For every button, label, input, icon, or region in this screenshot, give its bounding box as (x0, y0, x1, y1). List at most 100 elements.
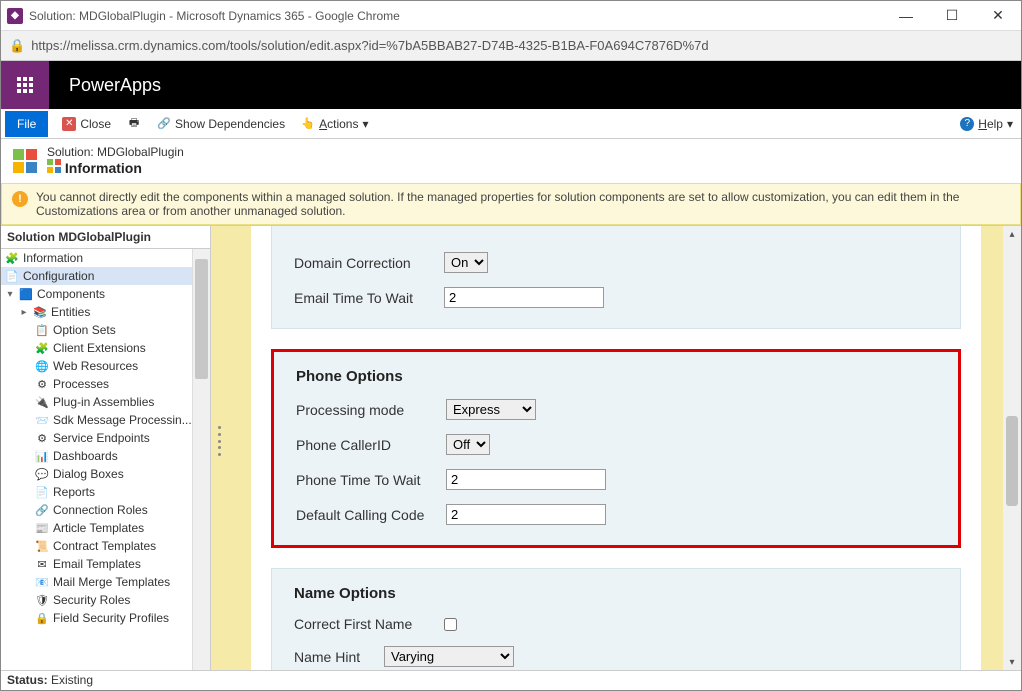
solution-nav-tree: 🧩Information 📄Configuration ▾🟦Components… (1, 249, 210, 627)
contract-tmpl-icon: 📜 (35, 539, 49, 553)
show-deps-label: Show Dependencies (175, 117, 285, 131)
email-options-section: Processing Mode Express Domain Correctio… (271, 226, 961, 329)
status-bar: Status: Existing (1, 670, 1021, 690)
option-sets-icon: 📋 (35, 323, 49, 337)
name-options-section: Name Options Correct First Name Name Hin… (271, 568, 961, 670)
nav-security-roles[interactable]: 🛡Security Roles (1, 591, 210, 609)
close-button[interactable]: ✕ Close (54, 109, 119, 139)
window-title: Solution: MDGlobalPlugin - Microsoft Dyn… (29, 9, 883, 23)
article-tmpl-icon: 📰 (35, 521, 49, 535)
powerapps-header: PowerApps (1, 61, 1021, 109)
puzzle-icon: 🧩 (5, 251, 19, 265)
endpoints-icon: ⚙ (35, 431, 49, 445)
nav-configuration[interactable]: 📄Configuration (1, 267, 210, 285)
plugin-icon: 🔌 (35, 395, 49, 409)
nav-scrollbar[interactable] (192, 249, 210, 670)
url-text[interactable]: https://melissa.crm.dynamics.com/tools/s… (31, 38, 708, 53)
dialog-icon: 💬 (35, 467, 49, 481)
window-minimize-button[interactable]: ― (883, 1, 929, 31)
correct-first-name-checkbox[interactable] (444, 618, 457, 631)
field-sec-icon: 🔒 (35, 611, 49, 625)
main-scrollbar-thumb[interactable] (1006, 416, 1018, 506)
web-resources-icon: 🌐 (35, 359, 49, 373)
default-calling-code-input[interactable] (446, 504, 606, 525)
chevron-down-icon: ▾ (362, 117, 368, 131)
phone-callerid-label: Phone CallerID (296, 437, 446, 453)
nav-sdk-message[interactable]: 📨Sdk Message Processin... (1, 411, 210, 429)
form-pane: Processing Mode Express Domain Correctio… (251, 226, 981, 670)
phone-callerid-select[interactable]: Off (446, 434, 490, 455)
dashboards-icon: 📊 (35, 449, 49, 463)
main-scrollbar[interactable]: ▴ ▾ (1003, 226, 1021, 670)
nav-contract-templates[interactable]: 📜Contract Templates (1, 537, 210, 555)
nav-article-templates[interactable]: 📰Article Templates (1, 519, 210, 537)
file-menu-button[interactable]: File (5, 111, 48, 137)
nav-mailmerge-templates[interactable]: 📧Mail Merge Templates (1, 573, 210, 591)
nav-entities[interactable]: ▸📚Entities (1, 303, 210, 321)
scrollbar-thumb[interactable] (195, 259, 208, 379)
window-maximize-button[interactable]: ☐ (929, 1, 975, 31)
entities-icon: 📚 (33, 305, 47, 319)
close-icon: ✕ (62, 117, 76, 131)
managed-solution-warning: ! You cannot directly edit the component… (1, 183, 1021, 225)
help-icon: ? (960, 117, 974, 131)
name-options-heading: Name Options (294, 585, 938, 602)
name-hint-select[interactable]: Varying (384, 646, 514, 667)
phone-wait-input[interactable] (446, 469, 606, 490)
mailmerge-icon: 📧 (35, 575, 49, 589)
email-tmpl-icon: ✉ (35, 557, 49, 571)
save-publish-icon: 🖶 (127, 117, 141, 131)
close-label: Close (80, 117, 111, 131)
nav-connection-roles[interactable]: 🔗Connection Roles (1, 501, 210, 519)
security-roles-icon: 🛡 (35, 593, 49, 607)
reports-icon: 📄 (35, 485, 49, 499)
collapse-icon[interactable]: ▾ (5, 289, 15, 300)
nav-option-sets[interactable]: 📋Option Sets (1, 321, 210, 339)
sdk-icon: 📨 (35, 413, 49, 427)
solution-puzzle-icon (11, 147, 39, 175)
nav-field-security[interactable]: 🔒Field Security Profiles (1, 609, 210, 627)
nav-client-extensions[interactable]: 🧩Client Extensions (1, 339, 210, 357)
email-wait-input[interactable] (444, 287, 604, 308)
nav-information[interactable]: 🧩Information (1, 249, 210, 267)
app-launcher-button[interactable] (1, 61, 49, 109)
scroll-up-arrow[interactable]: ▴ (1003, 226, 1021, 242)
solution-header: Solution: MDGlobalPlugin Information (1, 139, 1021, 183)
nav-dashboards[interactable]: 📊Dashboards (1, 447, 210, 465)
default-calling-code-label: Default Calling Code (296, 507, 446, 523)
help-label: Help (978, 117, 1003, 131)
phone-processing-mode-select[interactable]: Express (446, 399, 536, 420)
solution-name: Solution: MDGlobalPlugin (47, 145, 184, 159)
nav-processes[interactable]: ⚙Processes (1, 375, 210, 393)
nav-reports[interactable]: 📄Reports (1, 483, 210, 501)
processes-icon: ⚙ (35, 377, 49, 391)
actions-menu-button[interactable]: 👆 Actions ▾ (293, 109, 376, 139)
warning-text: You cannot directly edit the components … (36, 190, 1010, 218)
client-ext-icon: 🧩 (35, 341, 49, 355)
nav-title: Solution MDGlobalPlugin (1, 226, 210, 249)
config-icon: 📄 (5, 269, 19, 283)
expand-icon[interactable]: ▸ (19, 307, 29, 318)
nav-web-resources[interactable]: 🌐Web Resources (1, 357, 210, 375)
nav-plugin-assemblies[interactable]: 🔌Plug-in Assemblies (1, 393, 210, 411)
splitter-grip[interactable] (218, 426, 223, 456)
phone-wait-label: Phone Time To Wait (296, 472, 446, 488)
actions-label: Actions (319, 117, 358, 131)
nav-components[interactable]: ▾🟦Components (1, 285, 210, 303)
nav-email-templates[interactable]: ✉Email Templates (1, 555, 210, 573)
address-bar: 🔒 https://melissa.crm.dynamics.com/tools… (1, 31, 1021, 61)
phone-options-section: Phone Options Processing mode Express Ph… (271, 349, 961, 548)
domain-correction-select[interactable]: On (444, 252, 488, 273)
status-value: Existing (51, 673, 93, 687)
help-button[interactable]: ? Help ▾ (960, 117, 1013, 131)
window-close-button[interactable]: ✕ (975, 1, 1021, 31)
nav-service-endpoints[interactable]: ⚙Service Endpoints (1, 429, 210, 447)
scroll-down-arrow[interactable]: ▾ (1003, 654, 1021, 670)
nav-dialog-boxes[interactable]: 💬Dialog Boxes (1, 465, 210, 483)
domain-correction-label: Domain Correction (294, 255, 444, 271)
show-dependencies-button[interactable]: 🔗 Show Dependencies (149, 109, 293, 139)
save-publish-button[interactable]: 🖶 (119, 109, 149, 139)
lock-icon: 🔒 (9, 38, 25, 54)
phone-options-heading: Phone Options (296, 368, 936, 385)
powerapps-label: PowerApps (69, 75, 161, 96)
